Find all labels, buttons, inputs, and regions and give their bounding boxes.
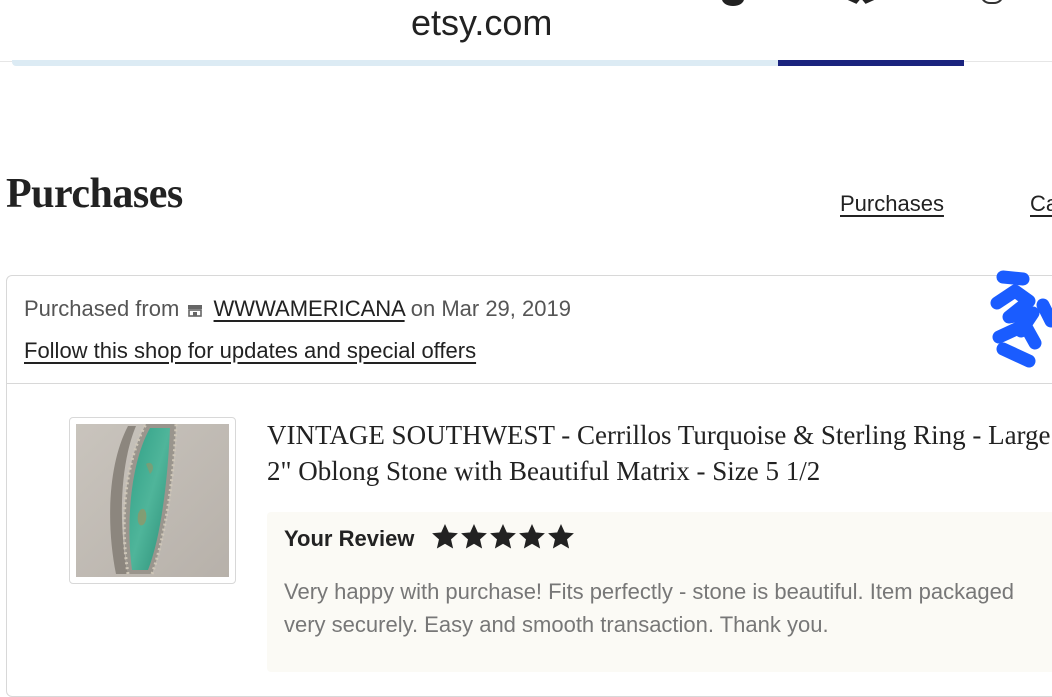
- page-load-progress-fill: [778, 60, 964, 66]
- shop-name-link[interactable]: WWWAMERICANA: [214, 296, 405, 321]
- shop-icon: [188, 305, 203, 317]
- purchased-from-line: Purchased from WWWAMERICANA on Mar 29, 2…: [24, 296, 571, 322]
- url-text[interactable]: etsy.com: [411, 2, 552, 44]
- star-icon: [519, 524, 545, 549]
- star-outline-icon[interactable]: [836, 0, 886, 4]
- review-text: Very happy with purchase! Fits perfectly…: [284, 579, 1015, 637]
- star-rating: [432, 524, 577, 554]
- star-icon: [490, 524, 516, 549]
- star-icon: [548, 524, 574, 549]
- browser-address-bar: etsy.com: [0, 0, 1052, 62]
- purchased-from-prefix: Purchased from: [24, 296, 180, 321]
- item-title-link[interactable]: VINTAGE SOUTHWEST - Cerrillos Turquoise …: [267, 417, 1052, 489]
- page-title: Purchases: [6, 171, 183, 217]
- turquoise-ring-thumbnail-icon: [76, 424, 229, 577]
- menu-icon[interactable]: [980, 0, 1004, 4]
- order-header: [6, 275, 1052, 384]
- item-thumbnail[interactable]: [69, 417, 236, 584]
- review-label: Your Review: [284, 526, 415, 551]
- purchase-date: on Mar 29, 2019: [410, 296, 571, 321]
- follow-shop-link[interactable]: Follow this shop for updates and special…: [24, 338, 476, 364]
- redaction-scribble: [990, 270, 1052, 368]
- nav-link-cases[interactable]: Ca: [1030, 191, 1052, 217]
- star-icon: [461, 524, 487, 549]
- star-icon: [432, 524, 458, 549]
- nav-link-purchases[interactable]: Purchases: [840, 191, 944, 217]
- user-icon[interactable]: [722, 0, 744, 6]
